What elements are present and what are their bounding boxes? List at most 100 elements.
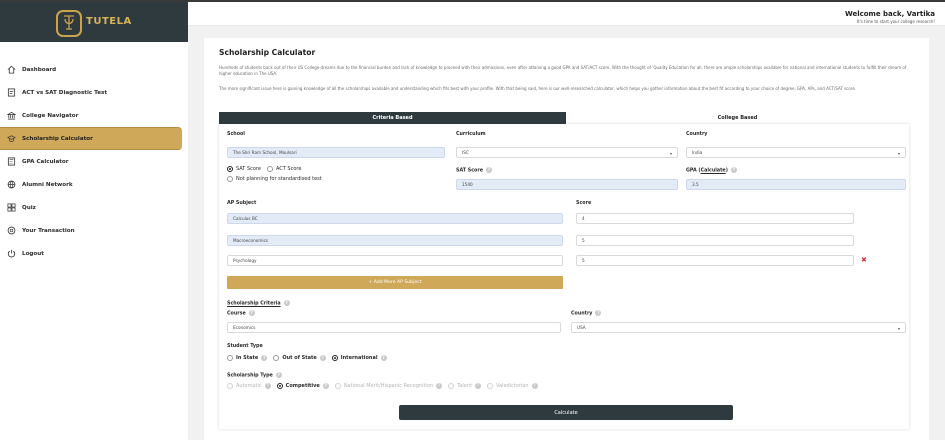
study-country-select[interactable]: USA ▾ — [571, 322, 906, 333]
sidebar-item-logout[interactable]: Logout — [0, 242, 188, 265]
curriculum-select[interactable]: ISC ▾ — [456, 147, 678, 158]
quiz-icon — [6, 203, 16, 213]
chevron-down-icon: ▾ — [897, 151, 900, 156]
ap-subject-field[interactable]: Psychology — [227, 255, 563, 266]
gpa-label: GPA (Calculate)? — [686, 167, 737, 174]
radio-off-icon — [266, 166, 273, 172]
transaction-icon — [6, 226, 16, 236]
sidebar-item-dashboard[interactable]: Dashboard — [0, 58, 188, 81]
course-field[interactable]: Economics — [227, 322, 561, 333]
test-type-group-2: Not planning for standardised test — [227, 176, 328, 182]
study-country-value: USA — [577, 325, 586, 330]
ap-subject-field[interactable]: Calculus BC — [227, 213, 563, 224]
intro-paragraph-2: The more significant issue here is gaini… — [219, 86, 857, 91]
radio-on-icon — [276, 383, 283, 389]
ap-score-field[interactable]: 5 — [576, 235, 854, 246]
radio-off-icon — [227, 176, 233, 182]
remove-ap-icon[interactable]: ✖ — [861, 256, 867, 264]
country-select[interactable]: India ▾ — [686, 147, 906, 158]
radio-international[interactable]: International? — [331, 355, 387, 361]
tab-criteria-based[interactable]: Criteria Based — [219, 112, 566, 124]
sidebar-item-label: Dashboard — [22, 66, 57, 73]
radio-on-icon — [227, 166, 233, 172]
sidebar-item-label: GPA Calculator — [22, 158, 69, 165]
sidebar-item-label: Your Transaction — [22, 227, 75, 234]
radio-label: SAT Score — [236, 166, 261, 172]
score-label: Score — [576, 201, 592, 206]
calculate-button[interactable]: Calculate — [399, 405, 733, 420]
help-icon[interactable]: ? — [322, 383, 329, 389]
radio-competitive[interactable]: Competitive? — [276, 383, 329, 389]
course-label: Course? — [227, 310, 255, 317]
radio-in-state[interactable]: In State? — [227, 355, 268, 361]
globe-icon — [6, 180, 16, 190]
sat-score-value: 1540 — [462, 182, 473, 187]
criteria-form: School The Shri Ram School, Moulsari Cur… — [219, 124, 909, 429]
help-icon[interactable]: ? — [248, 310, 255, 316]
gpa-value: 3.5 — [692, 182, 699, 187]
scholarship-criteria-heading: Scholarship Criteria? — [227, 300, 290, 307]
radio-off-icon — [334, 383, 341, 389]
sidebar-item-quiz[interactable]: Quiz — [0, 196, 188, 219]
help-icon[interactable]: ? — [531, 383, 538, 389]
sidebar-item-alumni-network[interactable]: Alumni Network — [0, 173, 188, 196]
tab-college-based[interactable]: College Based — [566, 112, 909, 124]
radio-out-of-state[interactable]: Out of State? — [273, 355, 326, 361]
school-field[interactable]: The Shri Ram School, Moulsari — [227, 147, 445, 158]
test-icon — [6, 88, 16, 98]
power-icon — [6, 249, 16, 259]
chevron-down-icon: ▾ — [669, 151, 672, 156]
welcome-subtitle: It's time to start your college research… — [856, 19, 935, 24]
logo-band: TUTELA — [0, 2, 188, 42]
radio-talent[interactable]: Talent? — [448, 383, 481, 389]
gpa-calculate-link[interactable]: Calculate — [701, 169, 726, 174]
help-icon[interactable]: ? — [283, 300, 290, 306]
intro-paragraph-1: Hundreds of students back out of their U… — [219, 65, 907, 76]
add-ap-subject-button[interactable]: + Add More AP Subject — [227, 276, 563, 289]
help-icon[interactable]: ? — [485, 167, 492, 173]
ap-score-field[interactable]: 5 — [576, 255, 854, 266]
calculator-tabs: Criteria Based College Based — [219, 112, 909, 124]
sat-score-field[interactable]: 1540 — [456, 179, 678, 190]
chevron-down-icon: ▾ — [897, 326, 900, 331]
help-icon[interactable]: ? — [730, 167, 737, 173]
help-icon[interactable]: ? — [436, 383, 443, 389]
radio-sat-score[interactable]: SAT Score — [227, 166, 261, 172]
sidebar-item-gpa-calculator[interactable]: GPA Calculator — [0, 150, 188, 173]
radio-national-merit[interactable]: National Merit/Hispanic Recognition? — [334, 383, 443, 389]
sidebar-item-college-navigator[interactable]: College Navigator — [0, 104, 188, 127]
radio-off-icon — [227, 383, 233, 389]
curriculum-value: ISC — [462, 150, 469, 155]
help-icon[interactable]: ? — [264, 383, 271, 389]
ap-subject-field[interactable]: Macroeconomics — [227, 235, 563, 246]
radio-no-test[interactable]: Not planning for standardised test — [227, 176, 322, 182]
radio-valedictorian[interactable]: Valedictorian? — [486, 383, 538, 389]
radio-on-icon — [331, 355, 338, 361]
curriculum-label: Curriculum — [456, 132, 486, 137]
help-icon[interactable]: ? — [319, 355, 326, 361]
student-type-label: Student Type — [227, 344, 263, 349]
sidebar-item-label: Alumni Network — [22, 181, 73, 188]
help-icon[interactable]: ? — [261, 355, 268, 361]
sidebar-item-scholarship-calculator[interactable]: Scholarship Calculator — [0, 127, 182, 150]
country-value: India — [692, 150, 703, 155]
welcome-block: Welcome back, Vartika It's time to start… — [845, 10, 935, 24]
sidebar-nav: Dashboard ACT vs SAT Diagnostic Test Col… — [0, 58, 188, 265]
radio-act-score[interactable]: ACT Score — [266, 166, 301, 172]
radio-automatic[interactable]: Automatic? — [227, 383, 271, 389]
ap-score-field[interactable]: 4 — [576, 213, 854, 224]
gpa-field[interactable]: 3.5 — [686, 179, 906, 190]
sidebar-item-label: ACT vs SAT Diagnostic Test — [22, 89, 108, 96]
school-label: School — [227, 132, 245, 137]
help-icon[interactable]: ? — [595, 310, 602, 316]
ap-subject-label: AP Subject — [227, 201, 257, 206]
main-content: Scholarship Calculator Hundreds of stude… — [204, 38, 929, 440]
help-icon[interactable]: ? — [380, 355, 387, 361]
help-icon[interactable]: ? — [474, 383, 481, 389]
sidebar-item-act-vs-sat[interactable]: ACT vs SAT Diagnostic Test — [0, 81, 188, 104]
help-icon[interactable]: ? — [275, 372, 282, 378]
sat-score-label: SAT Score? — [456, 167, 492, 174]
school-value: The Shri Ram School, Moulsari — [233, 150, 297, 155]
sidebar-item-label: Scholarship Calculator — [22, 135, 93, 142]
sidebar-item-your-transaction[interactable]: Your Transaction — [0, 219, 188, 242]
